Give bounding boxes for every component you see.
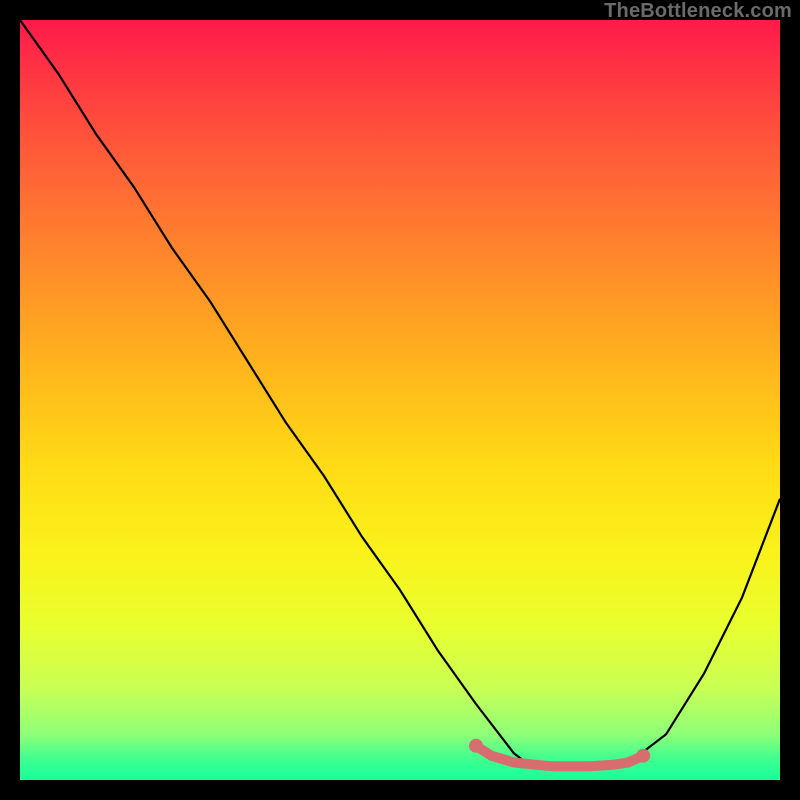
plot-area: [20, 20, 780, 780]
optimal-band-endpoint: [636, 749, 650, 763]
optimal-band-endpoint: [469, 739, 483, 753]
plot-svg: [20, 20, 780, 780]
optimal-band-line: [476, 746, 643, 767]
chart-container: TheBottleneck.com: [0, 0, 800, 800]
bottleneck-curve: [20, 20, 780, 769]
